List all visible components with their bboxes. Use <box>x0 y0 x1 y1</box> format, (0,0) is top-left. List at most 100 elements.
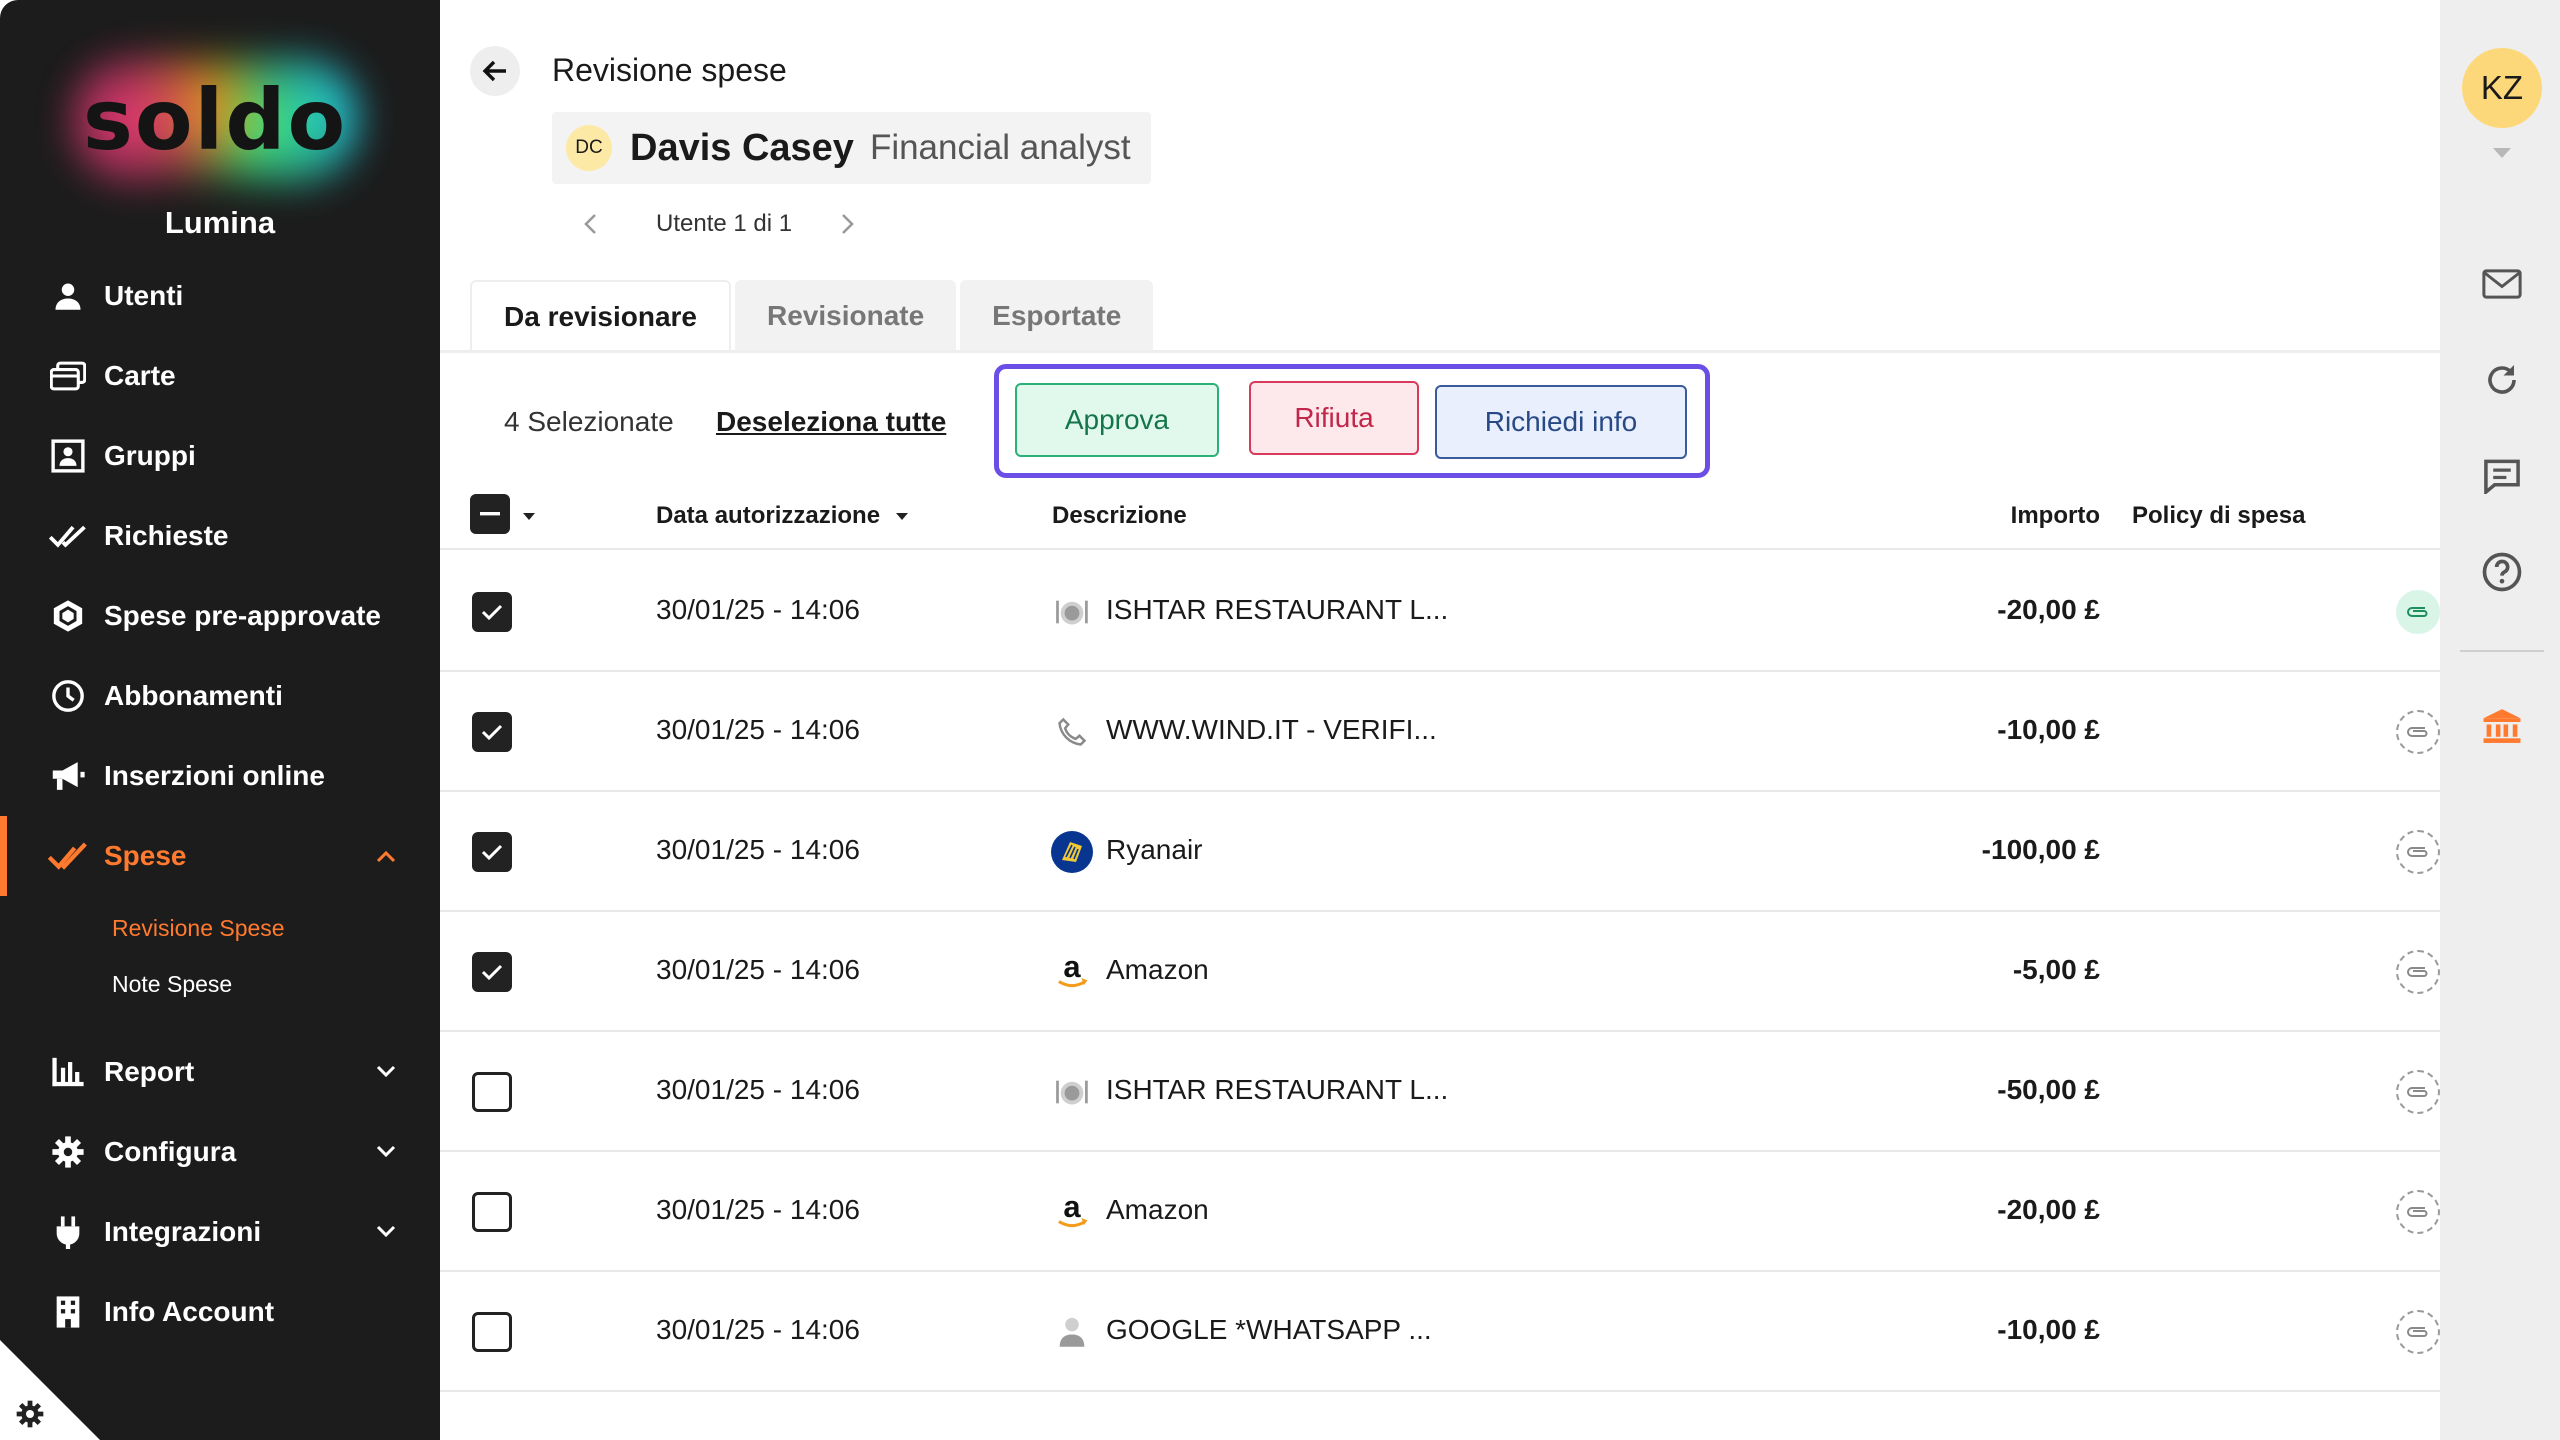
sidebar-item-label: Configura <box>104 1136 237 1167</box>
row-description[interactable]: WWW.WIND.IT - VERIFI... <box>1106 714 1437 746</box>
checkmark-icon <box>481 604 503 621</box>
attachment-icon[interactable] <box>2396 950 2440 994</box>
request-info-button[interactable]: Richiedi info <box>1435 385 1687 459</box>
attachment-icon[interactable] <box>2396 1310 2440 1354</box>
sort-caret-icon <box>895 513 908 521</box>
account-menu-caret-icon[interactable] <box>2492 146 2512 164</box>
tabs-divider <box>440 350 2440 353</box>
right-rail: KZ <box>2440 0 2560 1440</box>
approve-button[interactable]: Approva <box>1015 383 1219 457</box>
arrow-left-icon <box>482 60 506 82</box>
check-icon <box>48 836 88 876</box>
sidebar-item-label: Info Account <box>104 1296 275 1327</box>
table-row[interactable]: 30/01/25 - 14:06aAmazon-20,00 £Spese di … <box>440 1152 2440 1272</box>
table-row[interactable]: 30/01/25 - 14:06 ISHTAR RESTAURANT L... -5… <box>440 1032 2440 1152</box>
restaurant-icon <box>1050 1070 1094 1114</box>
attachment-icon[interactable] <box>2396 1190 2440 1234</box>
row-checkbox[interactable] <box>472 712 512 752</box>
settings-gear-icon[interactable] <box>14 1398 46 1430</box>
sidebar-item-spese[interactable]: Spese <box>0 816 440 896</box>
attachment-icon[interactable] <box>2396 830 2440 874</box>
table-row[interactable]: 30/01/25 - 14:06 GOOGLE *WHATSAPP ... -10,… <box>440 1272 2440 1392</box>
row-date: 30/01/25 - 14:06 <box>656 1074 860 1105</box>
table-row[interactable]: 30/01/25 - 14:06 ISHTAR RESTAURANT L... -2… <box>440 552 2440 672</box>
sidebar-item-info-account[interactable]: Info Account <box>0 1282 440 1342</box>
mail-icon[interactable] <box>2478 260 2526 308</box>
row-date: 30/01/25 - 14:06 <box>656 1314 860 1345</box>
gear-icon <box>48 1132 88 1172</box>
row-date: 30/01/25 - 14:06 <box>656 1194 860 1225</box>
sidebar-item-label: Report <box>104 1056 195 1087</box>
sidebar-item-integrazioni[interactable]: Integrazioni <box>0 1202 440 1262</box>
caret-down-icon[interactable] <box>522 508 536 526</box>
tab-revisionate[interactable]: Revisionate <box>735 280 957 352</box>
refresh-icon[interactable] <box>2478 356 2526 404</box>
sidebar-item-gruppi[interactable]: Gruppi <box>0 426 440 486</box>
soldo-logo[interactable]: soldo <box>70 55 360 185</box>
row-checkbox[interactable] <box>472 832 512 872</box>
bank-icon[interactable] <box>2478 702 2526 750</box>
pager-prev-icon[interactable] <box>570 213 610 235</box>
sidebar-item-inserzioni-online[interactable]: Inserzioni online <box>0 746 440 806</box>
chevron-down-icon[interactable] <box>374 1140 398 1164</box>
row-amount: -50,00 £ <box>1997 1074 2100 1105</box>
row-checkbox[interactable] <box>472 1072 512 1112</box>
building-icon <box>48 1292 88 1332</box>
row-description[interactable]: ISHTAR RESTAURANT L... <box>1106 1074 1448 1106</box>
bulk-actions-group: Approva Rifiuta Richiedi info <box>994 364 1710 478</box>
row-amount: -20,00 £ <box>1997 594 2100 625</box>
tab-da-revisionare[interactable]: Da revisionare <box>470 280 731 352</box>
reject-button[interactable]: Rifiuta <box>1249 381 1419 455</box>
user-avatar: DC <box>566 125 612 171</box>
sidebar-item-utenti[interactable]: Utenti <box>0 266 440 326</box>
sidebar-item-configura[interactable]: Configura <box>0 1122 440 1182</box>
row-description[interactable]: Amazon <box>1106 1194 1209 1226</box>
column-header-date[interactable]: Data autorizzazione <box>656 502 909 530</box>
rail-divider <box>2460 650 2544 652</box>
back-button[interactable] <box>470 46 520 96</box>
select-all-checkbox[interactable] <box>470 494 510 534</box>
row-description[interactable]: GOOGLE *WHATSAPP ... <box>1106 1314 1432 1346</box>
table-row[interactable]: 30/01/25 - 14:06Ryanair-100,00 £Spese di… <box>440 792 2440 912</box>
help-icon[interactable] <box>2478 548 2526 596</box>
deselect-all-link[interactable]: Deseleziona tutte <box>716 406 946 438</box>
person-icon <box>1050 1310 1094 1354</box>
chevron-up-icon[interactable] <box>374 844 398 868</box>
row-checkbox[interactable] <box>472 1312 512 1352</box>
sidebar-item-carte[interactable]: Carte <box>0 346 440 406</box>
sidebar-item-spese-pre-approvate[interactable]: Spese pre-approvate <box>0 586 440 646</box>
pager-next-icon[interactable] <box>828 213 868 235</box>
row-description[interactable]: ISHTAR RESTAURANT L... <box>1106 594 1448 626</box>
sidebar-item-richieste[interactable]: Richieste <box>0 506 440 566</box>
amazon-logo-icon: a <box>1050 950 1094 994</box>
row-checkbox[interactable] <box>472 952 512 992</box>
chevron-down-icon[interactable] <box>374 1060 398 1084</box>
attachment-icon[interactable] <box>2396 1070 2440 1114</box>
row-description[interactable]: Ryanair <box>1106 834 1202 866</box>
sidebar-subitem-note-spese[interactable]: Note Spese <box>112 971 232 998</box>
table-row[interactable]: 30/01/25 - 14:06 WWW.WIND.IT - VERIFI... -… <box>440 672 2440 792</box>
row-checkbox[interactable] <box>472 592 512 632</box>
svg-text:a: a <box>1063 1193 1081 1224</box>
amazon-logo-icon: a <box>1050 1190 1094 1234</box>
chevron-down-icon[interactable] <box>374 1220 398 1244</box>
tab-esportate[interactable]: Esportate <box>960 280 1154 352</box>
account-avatar[interactable]: KZ <box>2462 48 2542 128</box>
attachment-icon[interactable] <box>2396 590 2440 634</box>
megaphone-icon <box>48 756 88 796</box>
row-description[interactable]: Amazon <box>1106 954 1209 986</box>
attachment-icon[interactable] <box>2396 710 2440 754</box>
table-row[interactable]: 30/01/25 - 14:06aAmazon-5,00 £Spese di t… <box>440 912 2440 1032</box>
user-icon <box>48 276 88 316</box>
sidebar-subitem-revisione-spese[interactable]: Revisione Spese <box>112 915 285 942</box>
checkmark-icon <box>481 964 503 981</box>
sidebar-item-abbonamenti[interactable]: Abbonamenti <box>0 666 440 726</box>
pager-text: Utente 1 di 1 <box>656 210 793 237</box>
chat-icon[interactable] <box>2478 452 2526 500</box>
sidebar-item-label: Inserzioni online <box>104 760 325 791</box>
row-date: 30/01/25 - 14:06 <box>656 714 860 745</box>
sidebar-item-report[interactable]: Report <box>0 1042 440 1102</box>
page-title: Revisione spese <box>552 52 787 88</box>
row-checkbox[interactable] <box>472 1192 512 1232</box>
column-header-policy: Policy di spesa <box>2132 502 2306 529</box>
